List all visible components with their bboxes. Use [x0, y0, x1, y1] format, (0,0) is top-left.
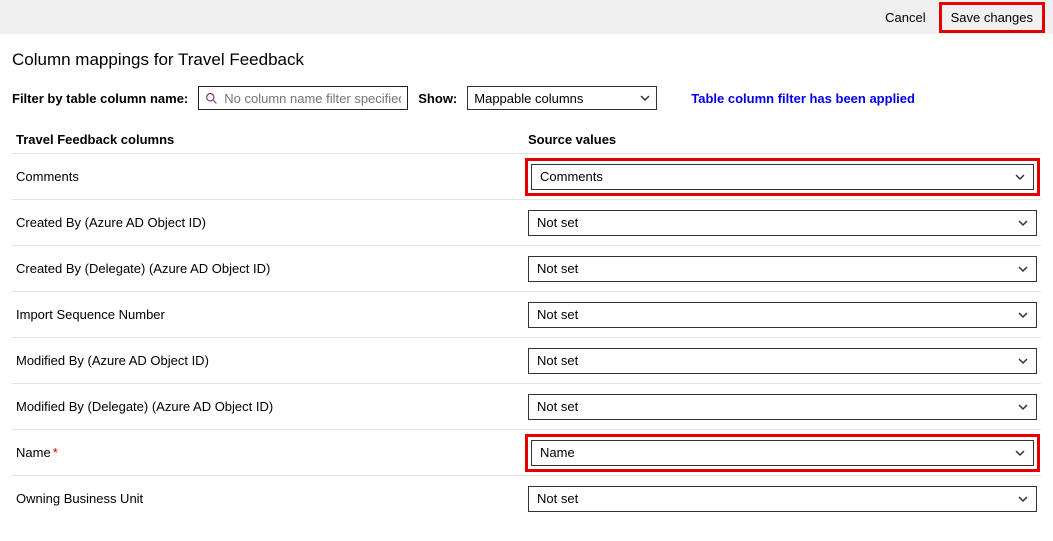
- toolbar: Cancel Save changes: [0, 0, 1053, 34]
- source-wrap: Not set: [528, 256, 1037, 282]
- row-label: Name*: [16, 445, 528, 460]
- mapping-row: Created By (Delegate) (Azure AD Object I…: [12, 245, 1041, 291]
- mapping-row: Owning Business Unit Not set: [12, 475, 1041, 521]
- mapping-row: Comments Comments: [12, 153, 1041, 199]
- chevron-down-icon: [1018, 218, 1028, 228]
- source-select[interactable]: Not set: [528, 348, 1037, 374]
- filter-applied-message: Table column filter has been applied: [691, 91, 915, 106]
- source-select-value: Not set: [537, 307, 578, 322]
- source-select[interactable]: Not set: [528, 394, 1037, 420]
- source-wrap: Not set: [528, 394, 1037, 420]
- show-select-value: Mappable columns: [474, 91, 583, 106]
- mapping-row: Created By (Azure AD Object ID) Not set: [12, 199, 1041, 245]
- source-select[interactable]: Not set: [528, 210, 1037, 236]
- row-label: Comments: [16, 169, 528, 184]
- source-wrap: Not set: [528, 302, 1037, 328]
- row-label: Import Sequence Number: [16, 307, 528, 322]
- filter-label: Filter by table column name:: [12, 91, 188, 106]
- chevron-down-icon: [1015, 172, 1025, 182]
- source-wrap: Name: [525, 434, 1040, 472]
- source-select-value: Not set: [537, 399, 578, 414]
- source-select-value: Not set: [537, 491, 578, 506]
- required-asterisk: *: [53, 445, 58, 460]
- source-wrap: Not set: [528, 348, 1037, 374]
- mapping-row: Modified By (Delegate) (Azure AD Object …: [12, 383, 1041, 429]
- chevron-down-icon: [1018, 310, 1028, 320]
- filter-input[interactable]: [198, 86, 408, 110]
- search-icon: [205, 92, 218, 105]
- source-select[interactable]: Not set: [528, 486, 1037, 512]
- row-label: Created By (Azure AD Object ID): [16, 215, 528, 230]
- column-header-right: Source values: [528, 132, 616, 147]
- show-select[interactable]: Mappable columns: [467, 86, 657, 110]
- chevron-down-icon: [640, 93, 650, 103]
- row-label: Modified By (Azure AD Object ID): [16, 353, 528, 368]
- source-select-value: Comments: [540, 169, 603, 184]
- column-header-left: Travel Feedback columns: [16, 132, 528, 147]
- source-select[interactable]: Name: [531, 440, 1034, 466]
- source-select[interactable]: Not set: [528, 302, 1037, 328]
- row-label: Modified By (Delegate) (Azure AD Object …: [16, 399, 528, 414]
- source-wrap: Not set: [528, 486, 1037, 512]
- mapping-row: Name* Name: [12, 429, 1041, 475]
- row-label: Owning Business Unit: [16, 491, 528, 506]
- filter-text-field[interactable]: [224, 91, 401, 106]
- mapping-row: Modified By (Azure AD Object ID) Not set: [12, 337, 1041, 383]
- row-label: Created By (Delegate) (Azure AD Object I…: [16, 261, 528, 276]
- show-label: Show:: [418, 91, 457, 106]
- save-changes-button[interactable]: Save changes: [939, 2, 1045, 33]
- column-headers: Travel Feedback columns Source values: [12, 132, 1041, 153]
- cancel-button[interactable]: Cancel: [876, 5, 934, 30]
- source-wrap: Comments: [525, 158, 1040, 196]
- source-wrap: Not set: [528, 210, 1037, 236]
- source-select-value: Not set: [537, 215, 578, 230]
- filter-row: Filter by table column name: Show: Mappa…: [12, 86, 1041, 110]
- mapping-row: Import Sequence Number Not set: [12, 291, 1041, 337]
- chevron-down-icon: [1018, 402, 1028, 412]
- source-select-value: Not set: [537, 261, 578, 276]
- chevron-down-icon: [1018, 356, 1028, 366]
- source-select[interactable]: Not set: [528, 256, 1037, 282]
- chevron-down-icon: [1018, 494, 1028, 504]
- source-select-value: Not set: [537, 353, 578, 368]
- page-title: Column mappings for Travel Feedback: [12, 50, 1041, 70]
- mapping-rows: Comments Comments Created By (Azure AD Obj…: [12, 153, 1041, 521]
- source-select[interactable]: Comments: [531, 164, 1034, 190]
- chevron-down-icon: [1018, 264, 1028, 274]
- chevron-down-icon: [1015, 448, 1025, 458]
- source-select-value: Name: [540, 445, 575, 460]
